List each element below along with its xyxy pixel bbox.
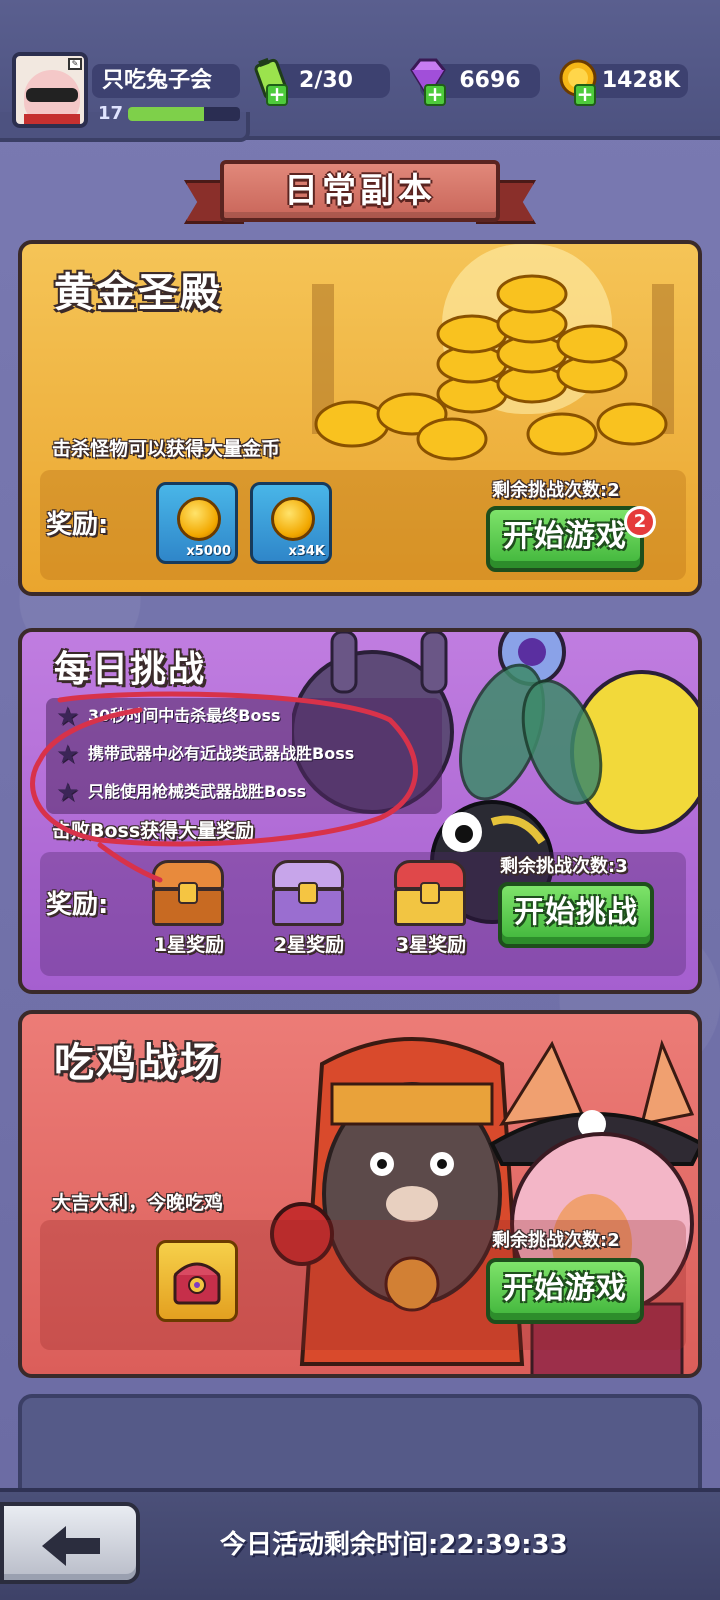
- daily-challenge-description: 击败Boss获得大量奖励: [52, 820, 255, 842]
- gold-coin-icon: [177, 497, 221, 541]
- gold-temple-title: 黄金圣殿: [54, 270, 222, 316]
- objective-1: ★ 30秒时间中击杀最终Boss: [56, 701, 281, 732]
- reward-item-gold-1[interactable]: x5000: [156, 482, 238, 564]
- event-timer: 今日活动剩余时间:22:39:33: [220, 1530, 568, 1560]
- add-energy-button[interactable]: +: [266, 84, 288, 106]
- gold-temple-description: 击杀怪物可以获得大量金币: [52, 438, 281, 460]
- daily-challenge-title: 每日挑战: [54, 649, 207, 690]
- title-banner: 日常副本: [184, 156, 536, 232]
- gold-coin-icon: [271, 497, 315, 541]
- daily-challenge-remaining: 剩余挑战次数:3: [500, 856, 628, 877]
- star-icon: ★: [56, 739, 80, 770]
- xp-bar: [128, 107, 240, 121]
- chest-3star[interactable]: [390, 860, 470, 926]
- xp-fill: [128, 107, 205, 121]
- gold-temple-remaining: 剩余挑战次数:2: [492, 480, 620, 501]
- daily-challenge-start-button[interactable]: 开始挑战: [498, 882, 654, 948]
- add-gold-button[interactable]: +: [574, 84, 596, 106]
- add-gem-button[interactable]: +: [424, 84, 446, 106]
- gold-temple-reward-label: 奖励:: [46, 510, 109, 540]
- lock-icon: [178, 882, 198, 904]
- player-name: 只吃兔子会: [92, 64, 240, 98]
- battle-royale-card[interactable]: 吃鸡战场 大吉大利，今晚吃鸡 剩余挑战次数:2 开始游戏: [18, 1010, 702, 1378]
- reward-item-chest[interactable]: [156, 1240, 238, 1322]
- back-button[interactable]: [0, 1502, 140, 1584]
- page-title: 日常副本: [220, 160, 500, 222]
- chest-1star[interactable]: [148, 860, 228, 926]
- reward-qty: x34K: [288, 544, 325, 559]
- objective-2: ★ 携带武器中必有近战类武器战胜Boss: [56, 739, 355, 770]
- battle-royale-remaining: 剩余挑战次数:2: [492, 1230, 620, 1251]
- daily-challenge-reward-label: 奖励:: [46, 890, 109, 920]
- chest-3star-label: 3星奖励: [395, 934, 467, 956]
- reward-qty: x5000: [186, 544, 231, 559]
- notification-badge: 2: [624, 506, 656, 538]
- back-arrow-icon: [42, 1526, 100, 1566]
- chest-2star[interactable]: [268, 860, 348, 926]
- lock-icon: [298, 882, 318, 904]
- gold-temple-card[interactable]: 黄金圣殿 击杀怪物可以获得大量金币 奖励: x5000 x34K 剩余挑战次数:…: [18, 240, 702, 596]
- reward-item-gold-2[interactable]: x34K: [250, 482, 332, 564]
- chest-2star-label: 2星奖励: [273, 934, 345, 956]
- next-dungeon-card[interactable]: [18, 1394, 702, 1494]
- star-icon: ★: [56, 701, 80, 732]
- chest-1star-label: 1星奖励: [153, 934, 225, 956]
- challenge-objectives: ★ 30秒时间中击杀最终Boss ★ 携带武器中必有近战类武器战胜Boss ★ 只能使…: [46, 698, 442, 814]
- treasure-chest-icon: [173, 1262, 221, 1305]
- battle-royale-title: 吃鸡战场: [54, 1040, 222, 1086]
- battle-royale-description: 大吉大利，今晚吃鸡: [52, 1192, 224, 1214]
- gold-temple-start-button[interactable]: 开始游戏: [486, 506, 644, 572]
- gold-coins-illustration: [312, 244, 674, 461]
- player-level: 17: [98, 103, 124, 124]
- avatar-glasses: [26, 88, 78, 102]
- avatar-shirt: [24, 114, 80, 124]
- objective-3: ★ 只能使用枪械类武器战胜Boss: [56, 777, 307, 808]
- player-avatar[interactable]: ✎: [12, 52, 88, 128]
- edit-icon: ✎: [68, 58, 82, 70]
- battle-royale-start-button[interactable]: 开始游戏: [486, 1258, 644, 1324]
- star-icon: ★: [56, 777, 80, 808]
- daily-challenge-card[interactable]: 每日挑战 ★ 30秒时间中击杀最终Boss ★ 携带武器中必有近战类武器战胜Boss…: [18, 628, 702, 994]
- lock-icon: [420, 882, 440, 904]
